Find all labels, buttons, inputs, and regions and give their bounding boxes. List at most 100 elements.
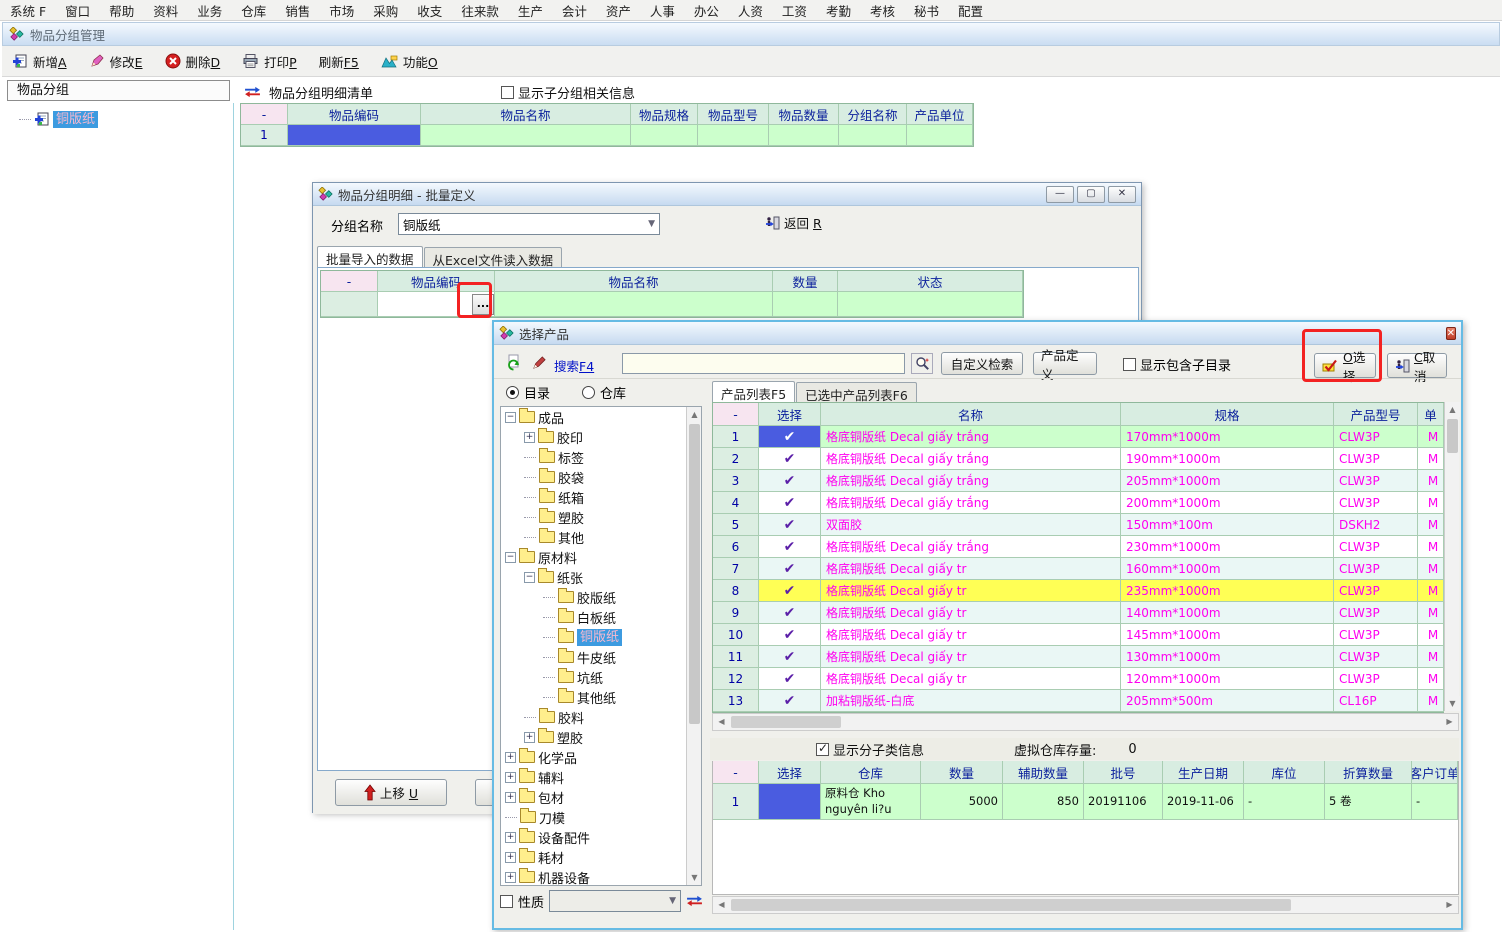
menu-item[interactable]: 帮助 [109, 1, 134, 20]
select-checkmark-cell[interactable]: ✔ [759, 558, 821, 580]
select-checkmark-cell[interactable]: ✔ [759, 580, 821, 602]
column-header[interactable]: 物品数量 [769, 104, 839, 125]
scroll-thumb[interactable] [689, 424, 700, 724]
tree-item[interactable]: −原材料 [501, 547, 686, 567]
scroll-up-icon[interactable]: ▲ [1445, 402, 1460, 417]
scroll-thumb[interactable] [731, 716, 841, 728]
column-header[interactable]: - [241, 104, 288, 125]
tree-expander-plus[interactable]: + [505, 752, 516, 763]
tree-expander-plus[interactable]: + [505, 852, 516, 863]
return-button[interactable]: 返回 R [765, 213, 822, 232]
select-checkmark-cell[interactable]: ✔ [759, 514, 821, 536]
custom-search-button[interactable]: 自定义检索 [941, 352, 1023, 375]
menu-item[interactable]: 采购 [373, 1, 398, 20]
column-header[interactable]: - [713, 761, 759, 784]
item-code-cell[interactable] [288, 125, 421, 146]
toolbar-button-P[interactable]: 打印P [242, 52, 297, 71]
scroll-left-icon[interactable]: ◀ [714, 898, 729, 912]
tree-expander-plus[interactable]: + [505, 832, 516, 843]
menu-item[interactable]: 窗口 [65, 1, 90, 20]
column-header[interactable]: 数量 [921, 761, 1003, 784]
empty-cell[interactable] [907, 125, 973, 146]
select-checkmark-cell[interactable]: ✔ [759, 470, 821, 492]
column-header[interactable]: 仓库 [821, 761, 921, 784]
product-row[interactable]: 4✔格底铜版纸 Decal giấy trắng200mm*1000mCLW3P… [713, 492, 1443, 514]
menu-item[interactable]: 人事 [650, 1, 675, 20]
refresh-icon[interactable] [502, 351, 524, 373]
menu-item[interactable]: 仓库 [241, 1, 266, 20]
column-header[interactable]: 辅助数量 [1003, 761, 1084, 784]
product-hscrollbar[interactable]: ◀ ▶ [712, 713, 1459, 731]
column-header[interactable]: 批号 [1084, 761, 1163, 784]
checkbox-box[interactable] [816, 743, 829, 756]
tree-expander-plus[interactable]: + [524, 732, 535, 743]
checkbox-box[interactable] [1123, 358, 1136, 371]
menu-item[interactable]: 生产 [518, 1, 543, 20]
radio-icon[interactable] [506, 386, 519, 399]
toolbar-button-A[interactable]: 新增A [12, 52, 67, 71]
scroll-left-icon[interactable]: ◀ [714, 715, 729, 729]
select-checkmark-cell[interactable]: ✔ [759, 492, 821, 514]
scroll-down-icon[interactable]: ▼ [687, 870, 702, 885]
column-header[interactable]: - [713, 403, 759, 426]
product-row[interactable]: 11✔格底铜版纸 Decal giấy tr130mm*1000mCLW3PM [713, 646, 1443, 668]
menu-item[interactable]: 市场 [329, 1, 354, 20]
select-checkmark-cell[interactable]: ✔ [759, 668, 821, 690]
select-cell[interactable] [759, 784, 821, 820]
group-tree-item[interactable]: 铜版纸 [19, 109, 233, 129]
tree-item[interactable]: 白板纸 [501, 607, 686, 627]
menu-item[interactable]: 办公 [694, 1, 719, 20]
menu-item[interactable]: 考核 [870, 1, 895, 20]
select-checkmark-cell[interactable]: ✔ [759, 426, 821, 448]
tree-expander-minus[interactable]: − [524, 572, 535, 583]
tree-item[interactable]: 其他 [501, 527, 686, 547]
menu-item[interactable]: 工资 [782, 1, 807, 20]
product-row[interactable]: 12✔格底铜版纸 Decal giấy tr120mm*1000mCLW3PM [713, 668, 1443, 690]
column-header[interactable]: 状态 [838, 271, 1023, 292]
select-checkmark-cell[interactable]: ✔ [759, 602, 821, 624]
tree-item[interactable]: +胶印 [501, 427, 686, 447]
move-up-button[interactable]: 上移 U [335, 779, 447, 806]
empty-cell[interactable] [631, 125, 698, 146]
column-header[interactable]: 产品单位 [907, 104, 973, 125]
tree-expander-plus[interactable]: + [524, 432, 535, 443]
column-header[interactable]: 分组名称 [839, 104, 907, 125]
menu-item[interactable]: 收支 [417, 1, 442, 20]
tree-scrollbar[interactable]: ▲ ▼ [686, 407, 701, 885]
tree-expander-plus[interactable]: + [505, 872, 516, 883]
tree-item[interactable]: 胶料 [501, 707, 686, 727]
column-header[interactable]: 名称 [821, 403, 1121, 426]
product-row[interactable]: 6✔格底铜版纸 Decal giấy trắng230mm*1000mCLW3P… [713, 536, 1443, 558]
column-header[interactable]: 客户订单 [1412, 761, 1458, 784]
tree-expander-minus[interactable]: − [505, 552, 516, 563]
tree-item[interactable]: 标签 [501, 447, 686, 467]
column-header[interactable]: 物品规格 [631, 104, 698, 125]
tree-item[interactable]: −纸张 [501, 567, 686, 587]
select-checkmark-cell[interactable]: ✔ [759, 646, 821, 668]
empty-cell[interactable] [421, 125, 631, 146]
maximize-button[interactable]: ▢ [1077, 186, 1105, 203]
group-name-combo[interactable]: 铜版纸▼ [398, 213, 660, 235]
tree-item[interactable]: +塑胶 [501, 727, 686, 747]
tree-expander-plus[interactable]: + [505, 772, 516, 783]
include-subdir-checkbox[interactable]: 显示包含子目录 [1123, 355, 1231, 374]
scroll-thumb[interactable] [731, 899, 1291, 911]
tree-expander-plus[interactable]: + [505, 792, 516, 803]
column-header[interactable]: 物品名称 [495, 271, 773, 292]
product-row[interactable]: 13✔加粘铜版纸-白底205mm*500mCL16PM [713, 690, 1443, 712]
menu-item[interactable]: 配置 [958, 1, 983, 20]
tree-item[interactable]: +化学品 [501, 747, 686, 767]
pencil-icon[interactable] [530, 353, 548, 371]
column-header[interactable]: 生产日期 [1163, 761, 1244, 784]
product-row[interactable]: 8✔格底铜版纸 Decal giấy tr235mm*1000mCLW3PM [713, 580, 1443, 602]
tree-item[interactable]: +机器设备 [501, 867, 686, 886]
stock-hscrollbar[interactable]: ◀ ▶ [712, 896, 1459, 914]
column-header[interactable]: 库位 [1244, 761, 1325, 784]
checkbox-box[interactable] [501, 86, 514, 99]
product-row[interactable]: 9✔格底铜版纸 Decal giấy tr140mm*1000mCLW3PM [713, 602, 1443, 624]
table-row[interactable]: 1 [241, 125, 973, 146]
toolbar-button-D[interactable]: 删除D [165, 52, 221, 71]
column-header[interactable]: 选择 [759, 761, 821, 784]
product-row[interactable]: 1✔格底铜版纸 Decal giấy trắng170mm*1000mCLW3P… [713, 426, 1443, 448]
menu-item[interactable]: 资料 [153, 1, 178, 20]
